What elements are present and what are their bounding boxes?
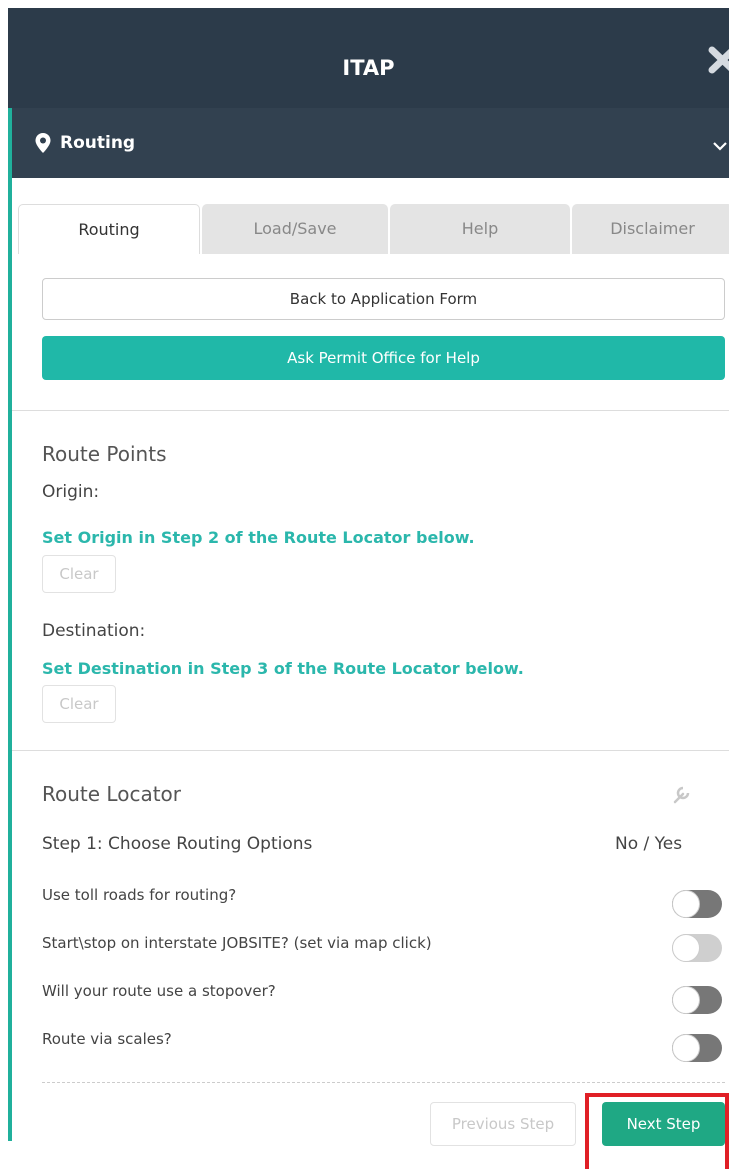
clear-origin-button[interactable]: Clear [42, 555, 116, 593]
section-title: Routing [60, 133, 136, 153]
route-points-heading: Route Points [42, 442, 167, 466]
tab-disclaimer[interactable]: Disclaimer [572, 204, 729, 254]
tab-bar: Routing Load/Save Help Disclaimer [18, 204, 729, 254]
next-step-button[interactable]: Next Step [602, 1102, 725, 1146]
tab-help[interactable]: Help [390, 204, 570, 254]
option-scales-label: Route via scales? [42, 1030, 172, 1048]
ask-permit-office-button[interactable]: Ask Permit Office for Help [42, 336, 725, 380]
dashed-divider [42, 1082, 725, 1083]
chevron-down-icon[interactable] [712, 140, 728, 152]
origin-label: Origin: [42, 482, 100, 502]
toggle-knob [672, 986, 700, 1014]
wrench-icon[interactable] [672, 783, 692, 805]
option-jobsite-label: Start\stop on interstate JOBSITE? (set v… [42, 934, 432, 952]
tab-load-save[interactable]: Load/Save [202, 204, 388, 254]
destination-hint: Set Destination in Step 3 of the Route L… [42, 659, 524, 678]
toggle-knob [672, 934, 700, 962]
tab-routing[interactable]: Routing [18, 204, 200, 254]
toggle-knob [672, 1034, 700, 1062]
option-toll-roads-label: Use toll roads for routing? [42, 886, 237, 904]
back-to-application-button[interactable]: Back to Application Form [42, 278, 725, 320]
stopover-toggle[interactable] [672, 986, 722, 1014]
map-marker-icon [35, 133, 51, 153]
jobsite-toggle[interactable] [672, 934, 722, 962]
routing-section-header[interactable]: Routing [8, 108, 729, 178]
clear-destination-button[interactable]: Clear [42, 685, 116, 723]
divider [12, 410, 729, 411]
close-icon[interactable] [708, 42, 729, 78]
scales-toggle[interactable] [672, 1034, 722, 1062]
previous-step-button[interactable]: Previous Step [430, 1102, 576, 1146]
route-locator-heading: Route Locator [42, 782, 181, 806]
app-title: ITAP [342, 56, 395, 80]
origin-hint: Set Origin in Step 2 of the Route Locato… [42, 528, 475, 547]
divider [12, 750, 729, 751]
step1-heading: Step 1: Choose Routing Options [42, 834, 313, 854]
option-stopover-label: Will your route use a stopover? [42, 982, 276, 1000]
routing-panel: Routing Load/Save Help Disclaimer Back t… [8, 178, 729, 1146]
app-header: ITAP [8, 8, 729, 108]
toggle-knob [672, 890, 700, 918]
destination-label: Destination: [42, 621, 146, 641]
no-yes-label: No / Yes [615, 834, 683, 854]
toll-roads-toggle[interactable] [672, 890, 722, 918]
